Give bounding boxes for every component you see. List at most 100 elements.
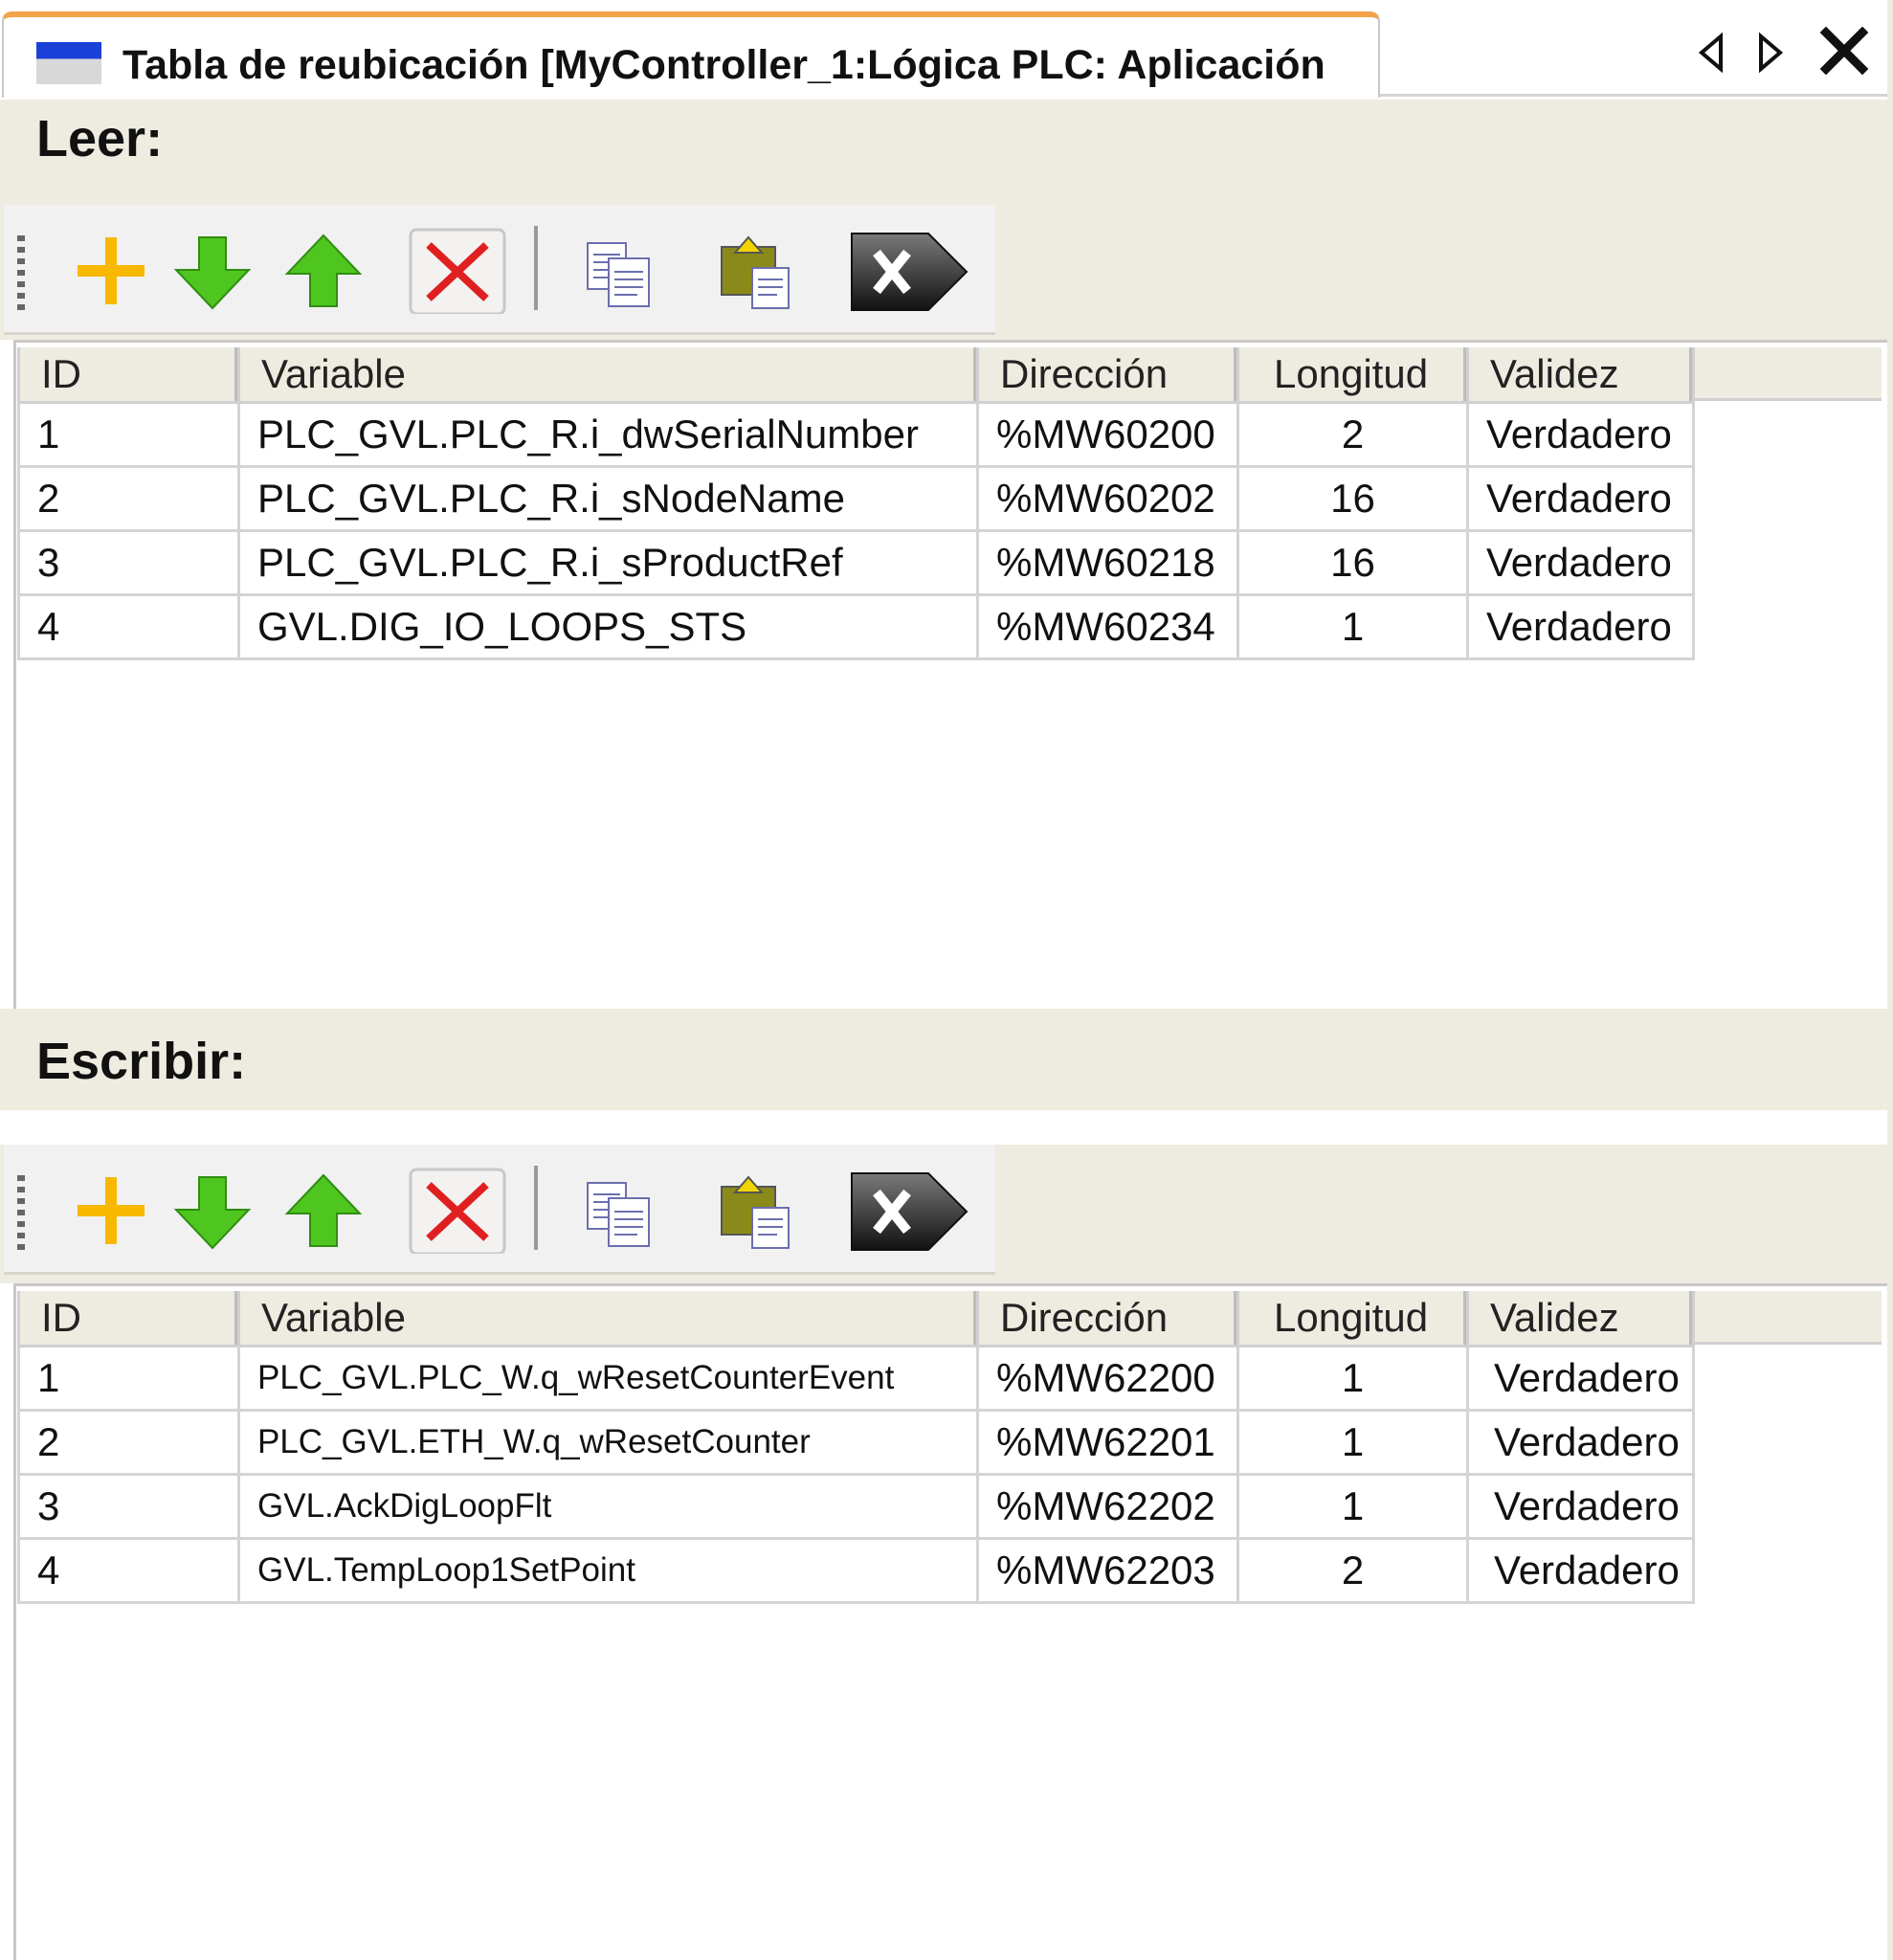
write-toolbar-area [0, 1145, 1893, 1283]
add-icon[interactable] [73, 228, 149, 314]
cell-validity[interactable]: Verdadero [1466, 1409, 1695, 1476]
cell-id[interactable]: 4 [17, 593, 240, 660]
cell-length[interactable]: 16 [1236, 529, 1469, 596]
read-toolbar-area [0, 201, 1893, 340]
table-row[interactable]: 1 PLC_GVL.PLC_R.i_dwSerialNumber %MW6020… [17, 401, 1695, 468]
clear-all-icon[interactable] [848, 1168, 970, 1254]
cell-validity[interactable]: Verdadero [1466, 465, 1695, 532]
cell-address[interactable]: %MW60200 [976, 401, 1239, 468]
table-row[interactable]: 1 PLC_GVL.PLC_W.q_wResetCounterEvent %MW… [17, 1345, 1695, 1412]
cell-address[interactable]: %MW60234 [976, 593, 1239, 660]
read-table-area: ID Variable Dirección Longitud Validez 1… [0, 340, 1893, 1009]
cell-id[interactable]: 3 [17, 1473, 240, 1540]
cell-variable[interactable]: GVL.AckDigLoopFlt [237, 1473, 979, 1540]
read-section-label: Leer: [36, 110, 164, 167]
toolbar-grip[interactable] [17, 1175, 25, 1254]
table-row[interactable]: 4 GVL.TempLoop1SetPoint %MW62203 2 Verda… [17, 1537, 1695, 1604]
move-down-icon[interactable] [172, 228, 253, 314]
table-row[interactable]: 2 PLC_GVL.ETH_W.q_wResetCounter %MW62201… [17, 1409, 1695, 1476]
close-icon[interactable] [1820, 27, 1868, 75]
cell-address[interactable]: %MW62203 [976, 1537, 1239, 1604]
read-section: Leer: ID Variable Dirección Longitud Val… [0, 100, 1893, 1009]
col-header-id[interactable]: ID [17, 347, 240, 404]
tab-strip-divider [1378, 94, 1893, 97]
read-header-filler [1694, 347, 1882, 401]
col-header-variable[interactable]: Variable [237, 1291, 979, 1348]
col-header-validity[interactable]: Validez [1466, 347, 1695, 404]
cell-variable[interactable]: GVL.TempLoop1SetPoint [237, 1537, 979, 1604]
col-header-length[interactable]: Longitud [1236, 347, 1469, 404]
cell-validity[interactable]: Verdadero [1466, 1473, 1695, 1540]
read-table: ID Variable Dirección Longitud Validez 1… [17, 347, 1695, 660]
add-icon[interactable] [73, 1168, 149, 1254]
cell-length[interactable]: 2 [1236, 401, 1469, 468]
window-icon [36, 42, 101, 84]
cell-address[interactable]: %MW62201 [976, 1409, 1239, 1476]
relocation-table-window: Tabla de reubicación [MyController_1:Lóg… [0, 0, 1893, 1960]
read-toolbar [4, 205, 995, 335]
triangle-left-icon[interactable] [1692, 29, 1730, 77]
cell-variable[interactable]: PLC_GVL.ETH_W.q_wResetCounter [237, 1409, 979, 1476]
col-header-validity[interactable]: Validez [1466, 1291, 1695, 1348]
table-row[interactable]: 2 PLC_GVL.PLC_R.i_sNodeName %MW60202 16 … [17, 465, 1695, 532]
cell-address[interactable]: %MW62202 [976, 1473, 1239, 1540]
cell-id[interactable]: 1 [17, 1345, 240, 1412]
cell-variable[interactable]: PLC_GVL.PLC_R.i_sProductRef [237, 529, 979, 596]
write-section: Escribir: ID Variable Dirección Longitud… [0, 1009, 1893, 1960]
triangle-right-icon[interactable] [1751, 29, 1790, 77]
tab-relocation-table[interactable]: Tabla de reubicación [MyController_1:Lóg… [2, 11, 1380, 98]
write-table: ID Variable Dirección Longitud Validez 1… [17, 1291, 1695, 1604]
cell-id[interactable]: 1 [17, 401, 240, 468]
cell-length[interactable]: 1 [1236, 1409, 1469, 1476]
cell-length[interactable]: 16 [1236, 465, 1469, 532]
toolbar-separator [534, 1166, 538, 1250]
col-header-address[interactable]: Dirección [976, 1291, 1239, 1348]
write-section-label: Escribir: [36, 1033, 247, 1090]
cell-id[interactable]: 2 [17, 465, 240, 532]
cell-address[interactable]: %MW62200 [976, 1345, 1239, 1412]
cell-address[interactable]: %MW60218 [976, 529, 1239, 596]
write-header-filler [1694, 1291, 1882, 1345]
cell-address[interactable]: %MW60202 [976, 465, 1239, 532]
cell-variable[interactable]: PLC_GVL.PLC_R.i_sNodeName [237, 465, 979, 532]
toolbar-separator [534, 226, 538, 310]
move-up-icon[interactable] [283, 1168, 364, 1254]
table-row[interactable]: 3 PLC_GVL.PLC_R.i_sProductRef %MW60218 1… [17, 529, 1695, 596]
table-row[interactable]: 3 GVL.AckDigLoopFlt %MW62202 1 Verdadero [17, 1473, 1695, 1540]
cell-length[interactable]: 1 [1236, 1345, 1469, 1412]
write-section-header: Escribir: [0, 1009, 1893, 1110]
cell-variable[interactable]: PLC_GVL.PLC_R.i_dwSerialNumber [237, 401, 979, 468]
cell-id[interactable]: 3 [17, 529, 240, 596]
col-header-address[interactable]: Dirección [976, 347, 1239, 404]
cell-id[interactable]: 2 [17, 1409, 240, 1476]
cell-length[interactable]: 1 [1236, 1473, 1469, 1540]
cell-variable[interactable]: GVL.DIG_IO_LOOPS_STS [237, 593, 979, 660]
cell-validity[interactable]: Verdadero [1466, 593, 1695, 660]
col-header-id[interactable]: ID [17, 1291, 240, 1348]
col-header-variable[interactable]: Variable [237, 347, 979, 404]
move-up-icon[interactable] [283, 228, 364, 314]
copy-icon[interactable] [584, 228, 655, 314]
cell-validity[interactable]: Verdadero [1466, 1345, 1695, 1412]
cell-validity[interactable]: Verdadero [1466, 401, 1695, 468]
cell-id[interactable]: 4 [17, 1537, 240, 1604]
tab-strip: Tabla de reubicación [MyController_1:Lóg… [0, 0, 1893, 100]
cell-validity[interactable]: Verdadero [1466, 1537, 1695, 1604]
write-toolbar [4, 1145, 995, 1275]
read-section-header: Leer: [0, 100, 1893, 201]
copy-icon[interactable] [584, 1168, 655, 1254]
move-down-icon[interactable] [172, 1168, 253, 1254]
cell-length[interactable]: 2 [1236, 1537, 1469, 1604]
delete-icon[interactable] [408, 228, 507, 314]
clear-all-icon[interactable] [848, 228, 970, 314]
cell-variable[interactable]: PLC_GVL.PLC_W.q_wResetCounterEvent [237, 1345, 979, 1412]
col-header-length[interactable]: Longitud [1236, 1291, 1469, 1348]
table-row[interactable]: 4 GVL.DIG_IO_LOOPS_STS %MW60234 1 Verdad… [17, 593, 1695, 660]
paste-icon[interactable] [718, 1168, 794, 1254]
cell-validity[interactable]: Verdadero [1466, 529, 1695, 596]
delete-icon[interactable] [408, 1168, 507, 1254]
tab-title: Tabla de reubicación [MyController_1:Lóg… [122, 42, 1325, 88]
toolbar-grip[interactable] [17, 235, 25, 314]
cell-length[interactable]: 1 [1236, 593, 1469, 660]
paste-icon[interactable] [718, 228, 794, 314]
